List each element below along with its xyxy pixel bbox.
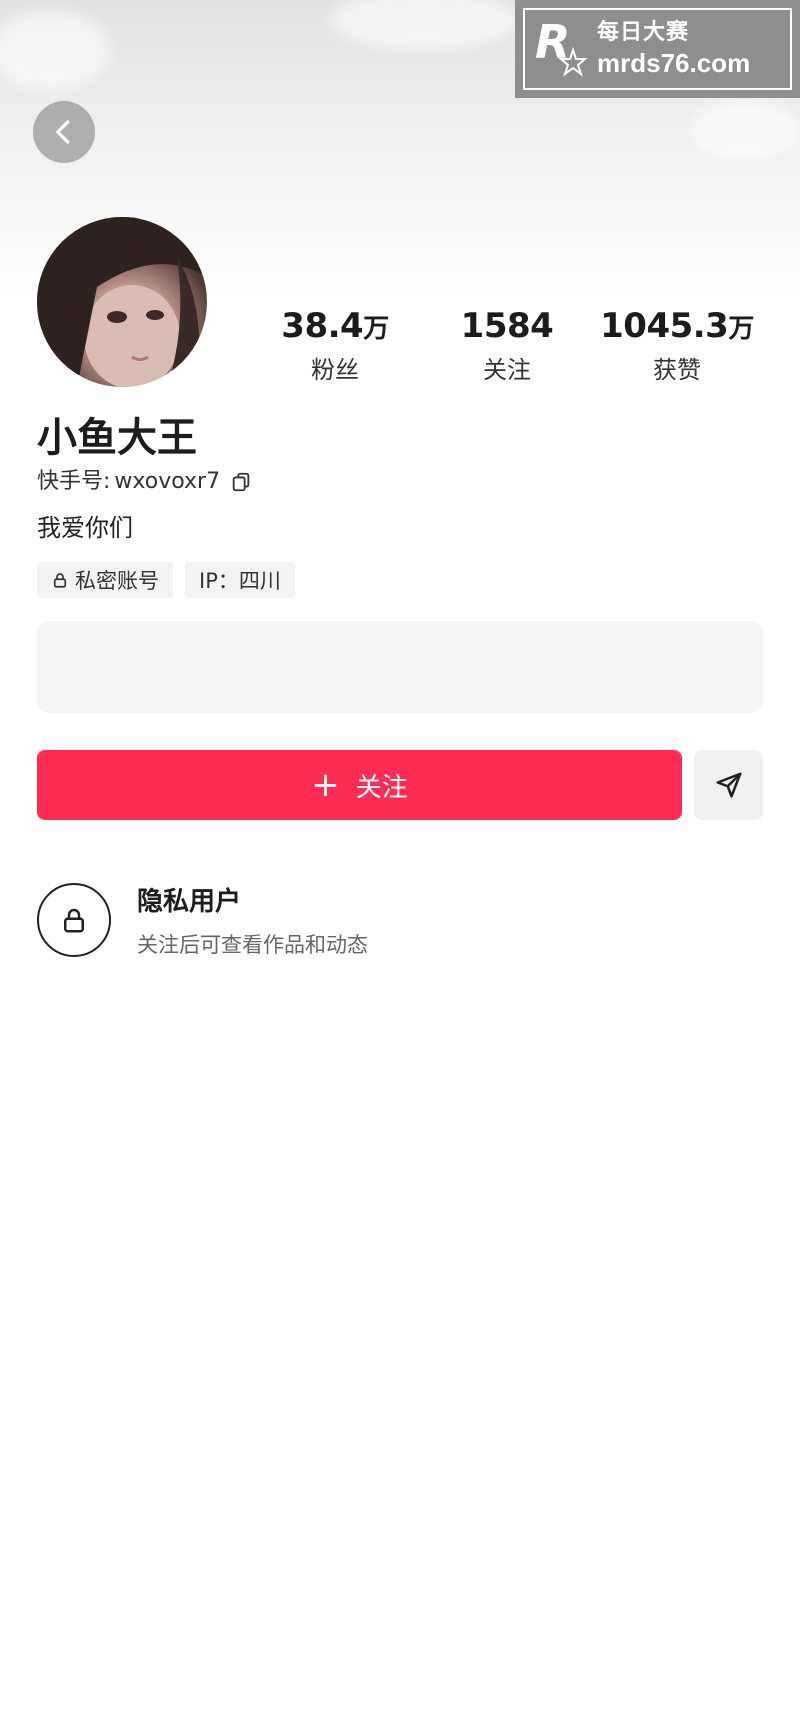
cloud-decoration — [330, 0, 520, 50]
follow-label: 关注 — [355, 772, 408, 803]
ip-location-label: IP：四川 — [199, 569, 281, 593]
ip-location-tag: IP：四川 — [185, 562, 295, 598]
likes-count: 1045.3万 — [600, 306, 754, 346]
stat-likes[interactable]: 1045.3万 获赞 — [587, 304, 767, 387]
plus-icon: + — [311, 765, 340, 805]
cloud-decoration — [690, 100, 800, 160]
copy-icon[interactable] — [230, 471, 252, 493]
avatar[interactable] — [37, 217, 207, 387]
follow-button[interactable]: + 关注 — [37, 750, 682, 820]
likes-label: 获赞 — [653, 356, 701, 384]
user-id-label: 快手号: — [37, 469, 111, 494]
watermark: R 每日大赛 mrds76.com — [515, 0, 800, 98]
user-id-row: 快手号: wxovoxr7 — [37, 466, 252, 498]
svg-text:R: R — [535, 15, 570, 69]
fans-label: 粉丝 — [311, 356, 359, 384]
watermark-logo: R — [525, 10, 597, 88]
user-id-value: wxovoxr7 — [114, 469, 221, 494]
lock-icon — [53, 573, 67, 588]
private-account-tag: 私密账号 — [37, 562, 173, 598]
stat-following[interactable]: 1584 关注 — [417, 304, 597, 387]
chevron-left-icon — [56, 120, 70, 144]
send-icon — [716, 772, 741, 798]
profile-tags: 私密账号 IP：四川 — [37, 562, 295, 598]
info-panel — [37, 621, 763, 713]
profile-bio: 我爱你们 — [37, 514, 133, 542]
cloud-decoration — [0, 10, 110, 90]
following-count: 1584 — [460, 306, 554, 346]
back-button[interactable] — [33, 101, 95, 163]
watermark-url: mrds76.com — [597, 48, 751, 78]
private-user-subtitle: 关注后可查看作品和动态 — [137, 933, 368, 957]
message-button[interactable] — [694, 750, 763, 820]
lock-icon — [64, 908, 84, 933]
private-user-title: 隐私用户 — [137, 887, 242, 917]
stat-fans[interactable]: 38.4万 粉丝 — [245, 304, 425, 387]
fans-count: 38.4万 — [281, 306, 389, 346]
private-lock-badge — [37, 883, 111, 957]
profile-name: 小鱼大王 — [37, 415, 197, 461]
watermark-text: 每日大赛 — [597, 20, 690, 45]
following-label: 关注 — [483, 356, 531, 384]
private-account-label: 私密账号 — [75, 569, 159, 593]
